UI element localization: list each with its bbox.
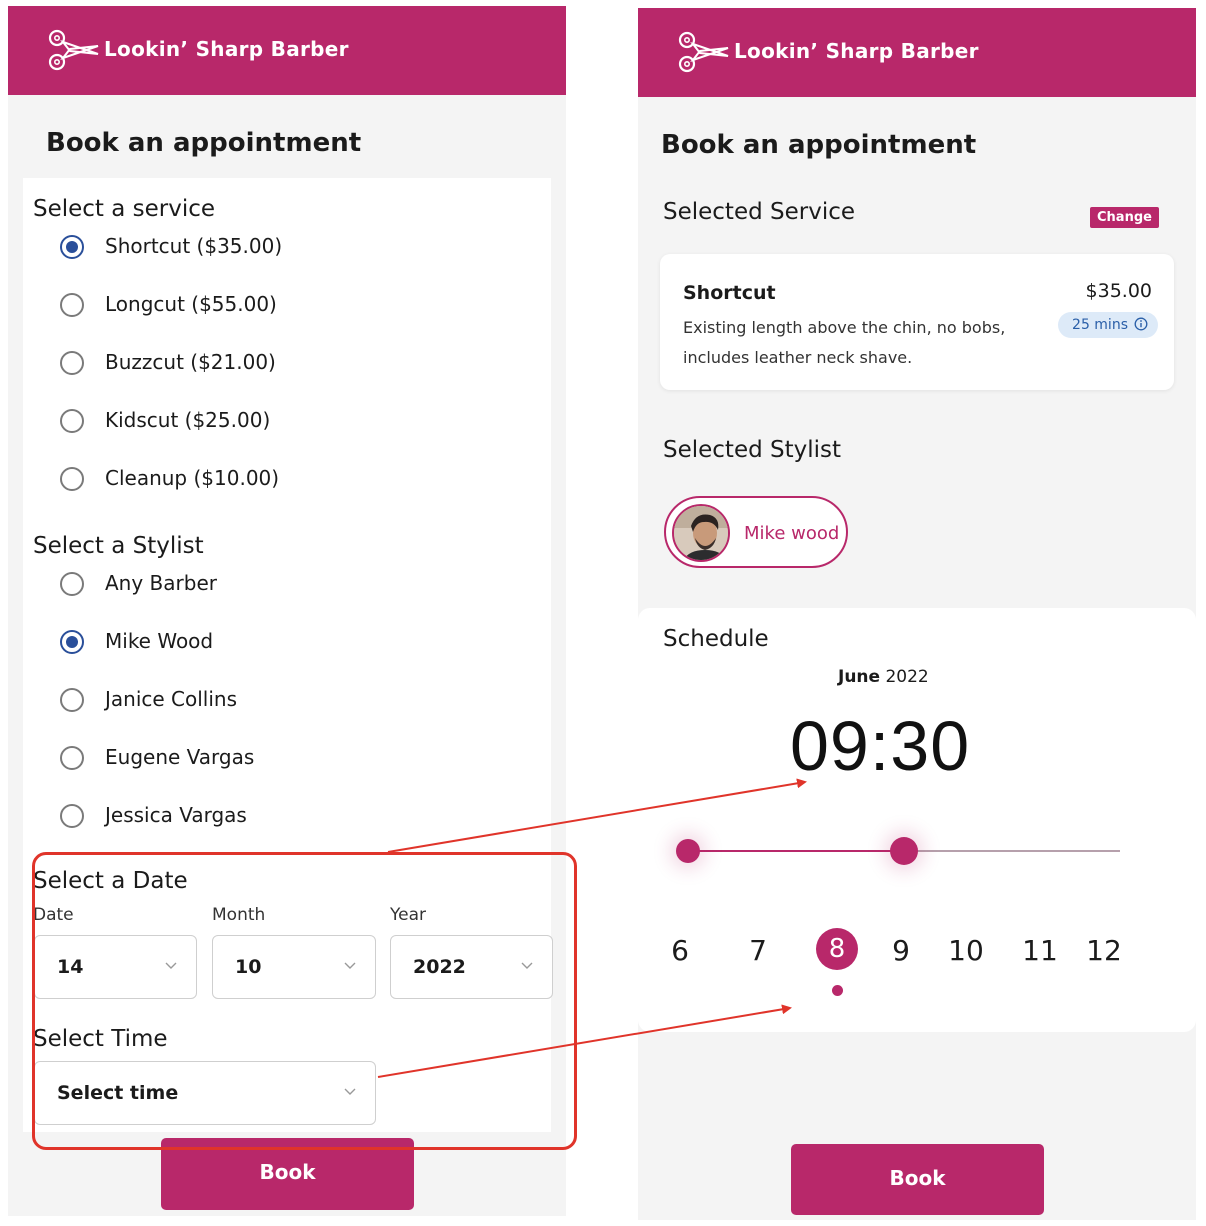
book-button[interactable]: Book [791,1144,1044,1215]
service-option-label: Cleanup ($10.00) [105,466,280,490]
service-name: Shortcut [683,282,776,304]
scissors-icon [48,29,99,71]
day-option-selected[interactable]: 8 [816,928,858,970]
stylist-option-label: Jessica Vargas [105,803,247,827]
radio-button[interactable] [60,572,84,596]
service-description: Existing length above the chin, no bobs,… [683,318,1006,367]
radio-button[interactable] [60,688,84,712]
radio-button[interactable] [60,804,84,828]
radio-button[interactable] [60,746,84,770]
day-option[interactable]: 6 [658,934,702,967]
stylist-section-label: Select a Stylist [33,533,204,559]
stylist-option[interactable]: Eugene Vargas [23,745,523,786]
service-option[interactable]: Longcut ($55.00) [23,292,523,333]
radio-button[interactable] [60,409,84,433]
radio-button[interactable] [60,293,84,317]
month-year-label: June 2022 [838,667,929,687]
service-option[interactable]: Buzzcut ($21.00) [23,350,523,391]
service-section-label: Select a service [33,196,216,222]
page-title: Book an appointment [46,128,362,158]
service-option-label: Longcut ($55.00) [105,292,277,316]
radio-button-checked[interactable] [60,630,84,654]
radio-button[interactable] [60,467,84,491]
stylist-option[interactable]: Any Barber [23,571,523,612]
day-option[interactable]: 10 [944,934,988,967]
schedule-label: Schedule [663,626,769,652]
brand-name: Lookin’ Sharp Barber [734,39,979,63]
selected-time-display: 09:30 [790,707,971,785]
schedule-card: Schedule June 2022 09:30 6 7 8 9 10 11 1… [638,608,1196,1032]
scissors-icon [678,31,729,73]
service-option[interactable]: Cleanup ($10.00) [23,466,523,507]
stylist-option-label: Eugene Vargas [105,745,255,769]
schedule-year: 2022 [885,667,929,687]
service-price: $35.00 [1085,280,1152,302]
stylist-photo [674,506,728,560]
service-option-label: Shortcut ($35.00) [105,234,283,258]
stylist-option-label: Any Barber [105,571,217,595]
service-option-label: Kidscut ($25.00) [105,408,271,432]
duration-badge: 25 mins [1058,312,1158,338]
stylist-option-label: Janice Collins [105,687,238,711]
duration-text: 25 mins [1072,317,1128,333]
radio-button-checked[interactable] [60,235,84,259]
stylist-option[interactable]: Jessica Vargas [23,803,523,844]
change-service-button[interactable]: Change [1090,207,1159,228]
day-option[interactable]: 12 [1082,934,1126,967]
stylist-option[interactable]: Janice Collins [23,687,523,728]
service-option[interactable]: Kidscut ($25.00) [23,408,523,449]
annotation-highlight-box [32,852,577,1150]
slider-fill [688,850,904,852]
service-option[interactable]: Shortcut ($35.00) [23,234,523,275]
stylist-name: Mike wood [744,523,840,544]
stylist-option[interactable]: Mike Wood [23,629,523,670]
stylist-option-label: Mike Wood [105,629,214,653]
booking-summary-screen: Lookin’ Sharp Barber Book an appointment… [638,8,1196,1220]
day-option[interactable]: 7 [736,934,780,967]
day-option[interactable]: 9 [879,934,923,967]
selected-stylist-chip[interactable]: Mike wood [664,496,848,568]
slider-start-knob[interactable] [676,839,700,863]
service-option-label: Buzzcut ($21.00) [105,350,276,374]
day-option[interactable]: 11 [1018,934,1062,967]
schedule-month: June [838,667,881,687]
info-icon[interactable] [1134,317,1148,331]
radio-button[interactable] [60,351,84,375]
selected-stylist-label: Selected Stylist [663,437,842,463]
app-header: Lookin’ Sharp Barber [8,6,566,95]
selected-service-card: Shortcut Existing length above the chin,… [660,254,1174,390]
avatar [672,504,730,562]
selected-day-label: 8 [828,934,846,964]
selected-service-label: Selected Service [663,199,856,225]
selected-day-indicator-dot [832,985,843,996]
page-title: Book an appointment [661,130,977,160]
slider-handle[interactable] [890,837,918,865]
app-header: Lookin’ Sharp Barber [638,8,1196,97]
brand-name: Lookin’ Sharp Barber [104,37,349,61]
